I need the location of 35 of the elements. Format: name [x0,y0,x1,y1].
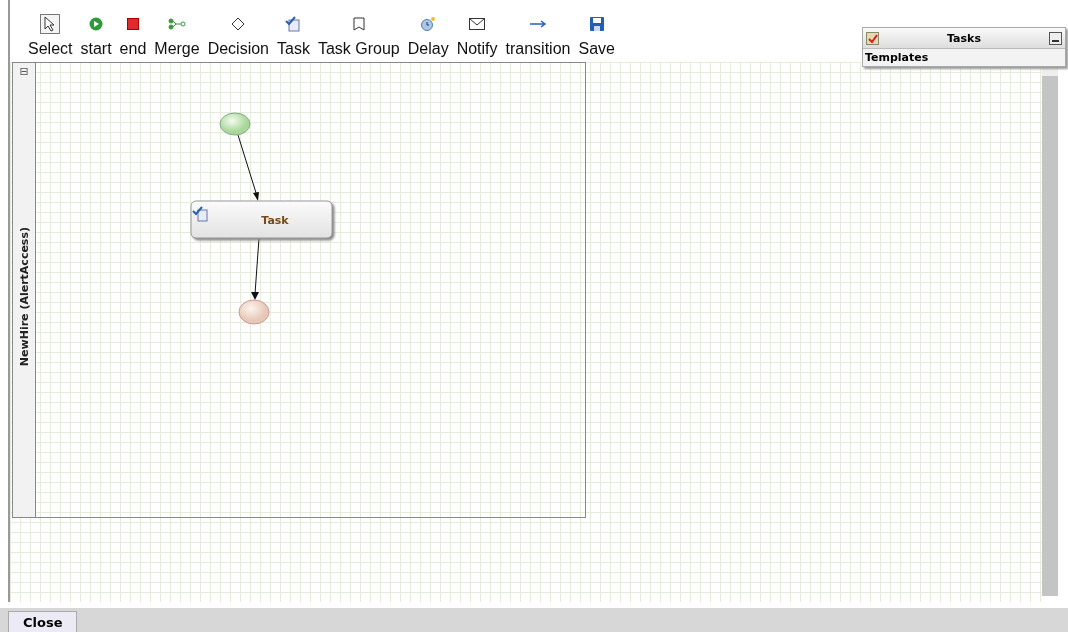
envelope-icon [469,18,486,30]
clipboard-icon [866,31,879,45]
stop-icon [126,18,139,30]
close-button[interactable]: Close [8,611,78,632]
arrow-icon [529,19,547,29]
lane-label: NewHire (AlertAccess) [17,227,31,367]
save-icon [589,17,604,31]
collapse-toggle[interactable]: ⊟ [19,66,29,77]
clock-icon [420,16,437,32]
minimize-icon[interactable] [1049,31,1062,45]
play-icon [89,17,104,31]
connector-arrow [237,134,259,201]
toolbar-button[interactable]: Delay [403,14,453,58]
toolbar-button[interactable]: Decision [203,14,273,58]
task-icon [192,206,208,222]
page-icon [352,17,365,31]
toolbar-button[interactable]: Save [574,14,619,58]
toolbar-button[interactable]: Task [273,14,314,58]
start-node [219,112,251,136]
toolbar-button[interactable]: Task Group [313,14,404,58]
toolbar-button[interactable]: transition [501,14,575,58]
toolbar-button[interactable]: end [115,14,151,58]
end-node [238,299,270,325]
toolbar-button[interactable]: start [76,14,116,58]
merge-icon [167,18,186,30]
diamond-icon [231,17,246,31]
task-label: Task [261,214,289,227]
toolbar-button[interactable]: Select [24,14,77,58]
panel-title: Tasks [947,31,981,45]
task-icon [285,16,302,32]
connector-arrow [251,237,260,300]
templates-section[interactable]: Templates [863,49,1065,66]
toolbar-button[interactable]: Merge [150,14,204,58]
scrollbar[interactable] [1042,66,1058,596]
toolbar-button[interactable]: Notify [452,14,502,58]
